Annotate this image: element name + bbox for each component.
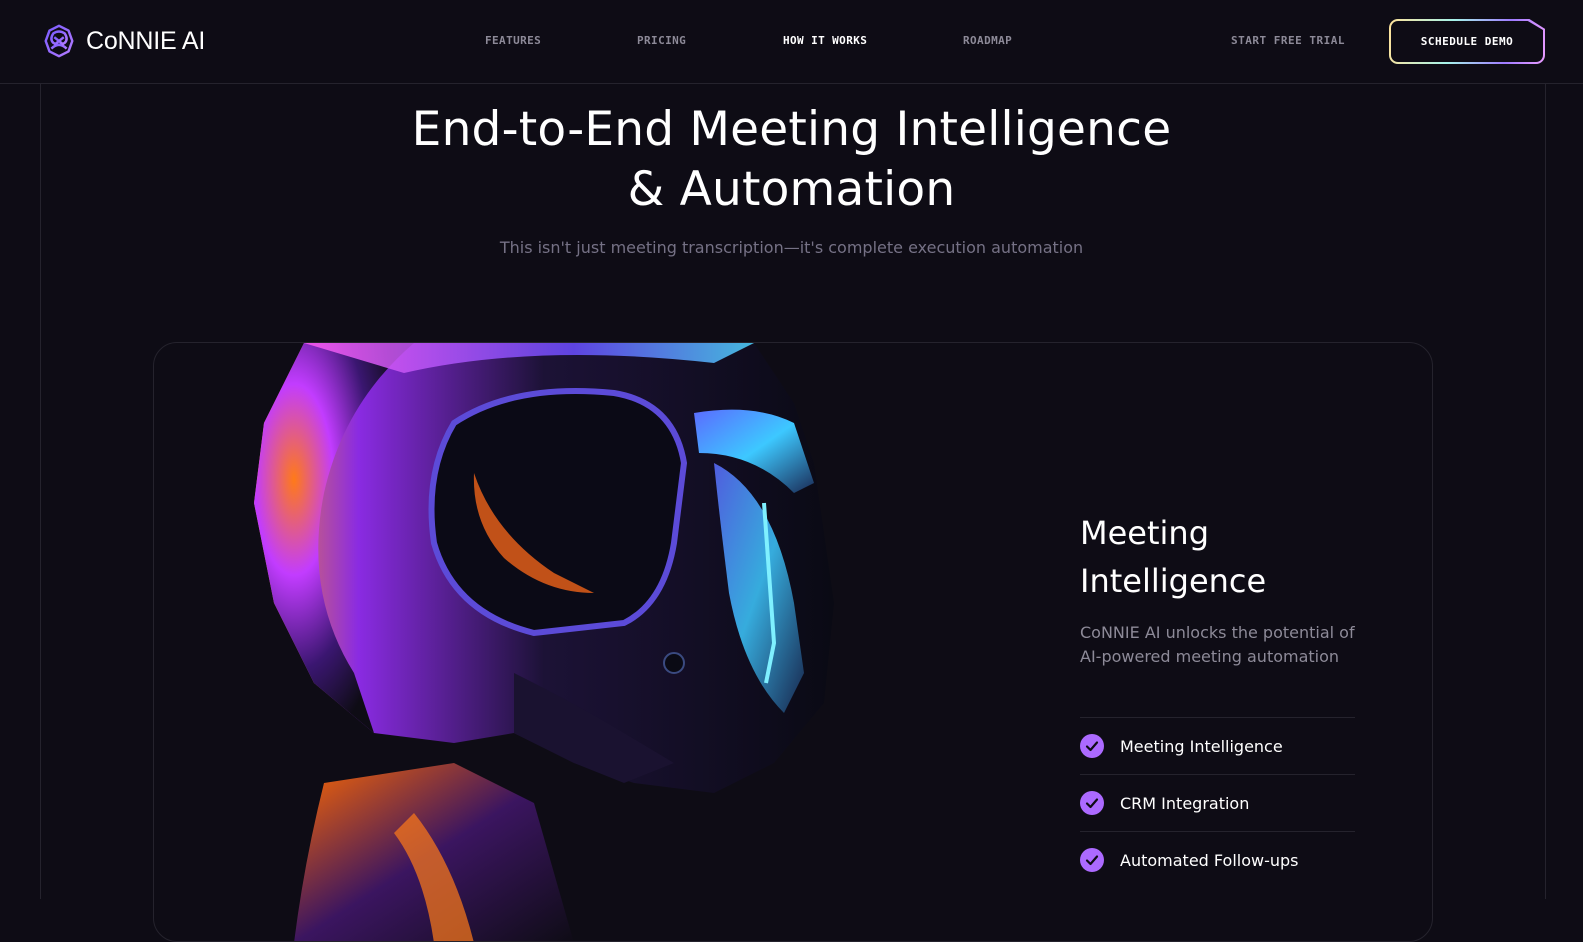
schedule-demo-label: SCHEDULE DEMO bbox=[1391, 21, 1543, 62]
hero-subtitle: This isn't just meeting transcription—it… bbox=[499, 238, 1084, 257]
nav-link-pricing[interactable]: PRICING bbox=[637, 34, 686, 47]
feature-label: CRM Integration bbox=[1120, 793, 1250, 813]
hero-title-line2: & Automation bbox=[627, 162, 956, 217]
feature-title: Meeting Intelligence bbox=[1080, 509, 1355, 605]
list-item: Automated Follow-ups bbox=[1080, 831, 1355, 888]
brain-knot-icon bbox=[44, 24, 74, 58]
check-circle-icon bbox=[1080, 791, 1104, 815]
feature-list: Meeting Intelligence CRM Integration Aut… bbox=[1080, 717, 1355, 888]
hero-title: End-to-End Meeting Intelligence & Automa… bbox=[0, 100, 1583, 220]
nav-link-how-it-works[interactable]: HOW IT WORKS bbox=[783, 34, 867, 47]
start-free-trial-link[interactable]: START FREE TRIAL bbox=[1231, 34, 1345, 47]
robot-helmet-illustration bbox=[254, 343, 834, 941]
site-header: CoNNIE AI FEATURES PRICING HOW IT WORKS … bbox=[0, 0, 1583, 84]
list-item: CRM Integration bbox=[1080, 774, 1355, 831]
feature-title-line2: Intelligence bbox=[1080, 562, 1267, 600]
brand-logo[interactable]: CoNNIE AI bbox=[40, 22, 205, 60]
feature-description: CoNNIE AI unlocks the potential of AI-po… bbox=[1080, 623, 1355, 666]
list-item: Meeting Intelligence bbox=[1080, 717, 1355, 774]
nav-link-roadmap[interactable]: ROADMAP bbox=[963, 34, 1012, 47]
brand-name: CoNNIE AI bbox=[86, 26, 206, 55]
feature-label: Automated Follow-ups bbox=[1120, 850, 1299, 870]
schedule-demo-button[interactable]: SCHEDULE DEMO bbox=[1389, 19, 1545, 64]
nav-link-features[interactable]: FEATURES bbox=[485, 34, 541, 47]
feature-details: Meeting Intelligence CoNNIE AI unlocks t… bbox=[1080, 509, 1355, 888]
feature-title-line1: Meeting bbox=[1080, 514, 1210, 552]
check-circle-icon bbox=[1080, 734, 1104, 758]
check-circle-icon bbox=[1080, 848, 1104, 872]
feature-label: Meeting Intelligence bbox=[1120, 736, 1283, 756]
hero-title-line1: End-to-End Meeting Intelligence bbox=[411, 102, 1172, 157]
